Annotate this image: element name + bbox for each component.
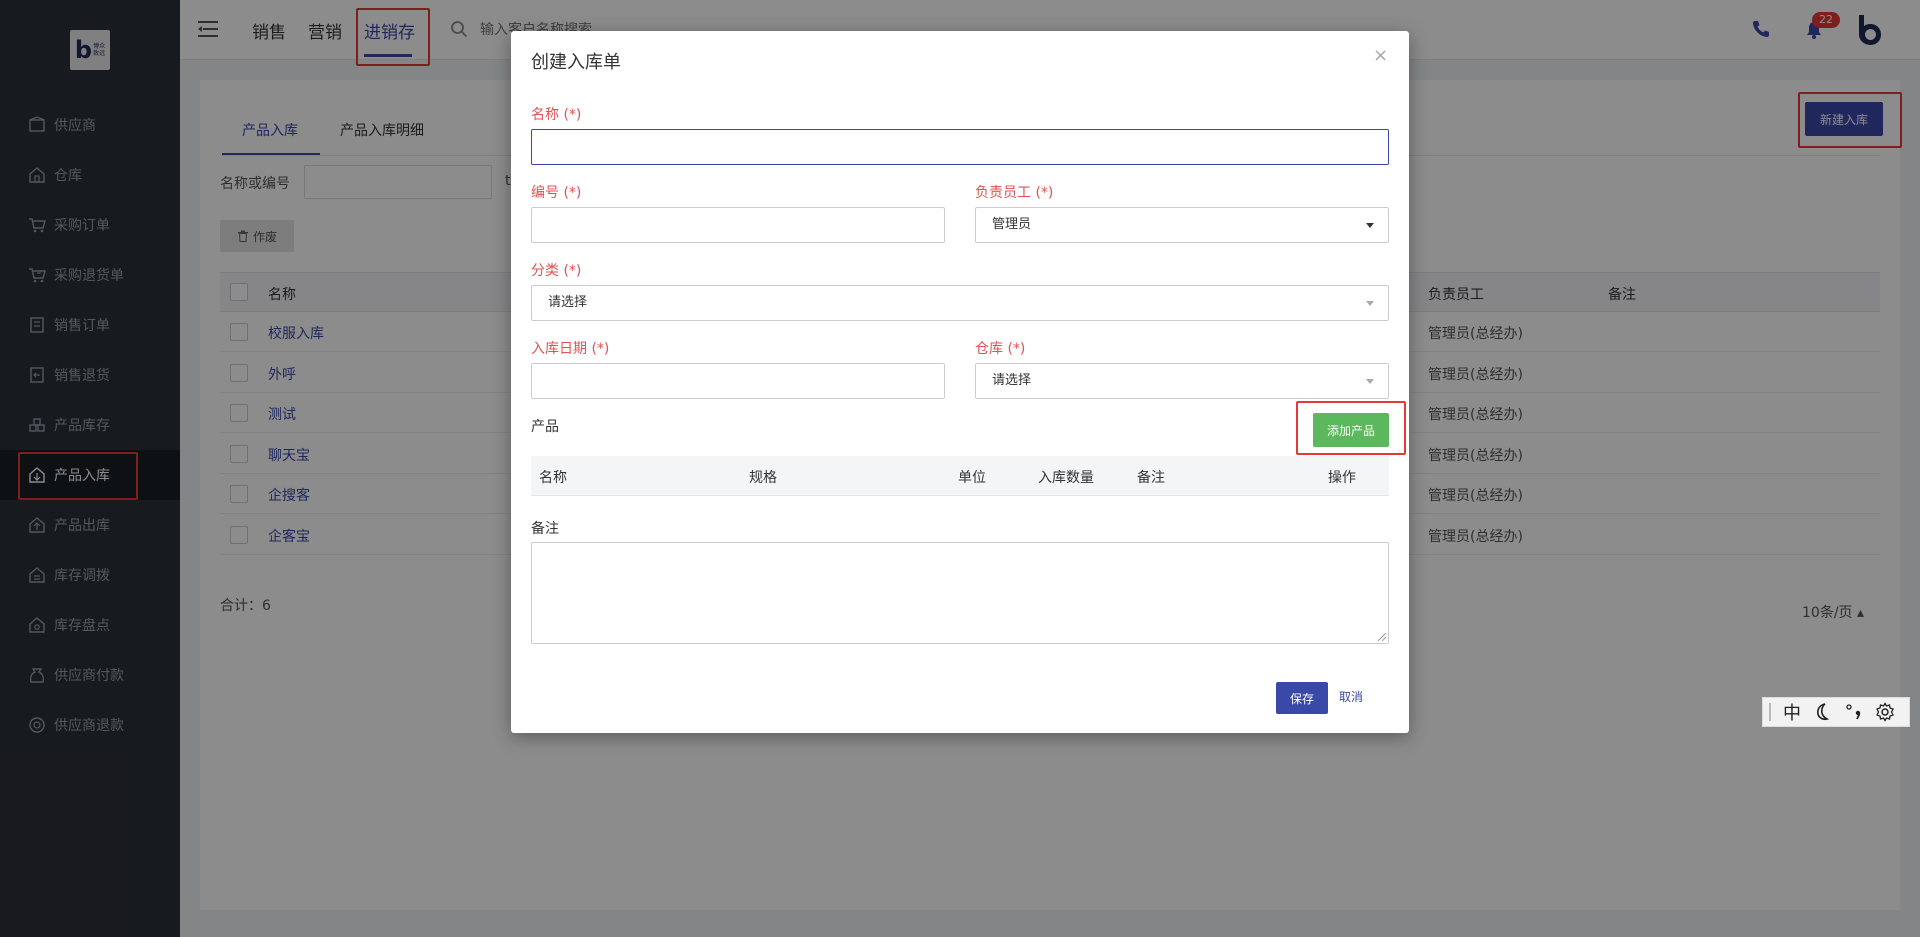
moon-icon[interactable] — [1813, 702, 1833, 722]
pth-qty: 入库数量 — [1038, 470, 1094, 486]
warehouse-select[interactable]: 请选择 — [975, 363, 1389, 399]
name-label: 名称 (*) — [531, 107, 582, 123]
warehouse-select-value: 请选择 — [992, 373, 1032, 388]
employee-label: 负责员工 (*) — [975, 185, 1054, 201]
punctuation-icon[interactable] — [1845, 702, 1865, 722]
cancel-button[interactable]: 取消 — [1339, 688, 1363, 705]
employee-select-value: 管理员 — [992, 217, 1032, 232]
ime-mode-toggle[interactable]: 中 — [1783, 699, 1801, 725]
modal-title: 创建入库单 — [531, 52, 621, 73]
ime-drag-handle[interactable] — [1769, 703, 1771, 721]
save-button[interactable]: 保存 — [1276, 682, 1328, 714]
pth-name: 名称 — [539, 470, 567, 486]
chevron-down-icon — [1366, 223, 1374, 228]
warehouse-label: 仓库 (*) — [975, 341, 1026, 357]
pth-spec: 规格 — [749, 470, 777, 486]
name-input[interactable] — [531, 129, 1389, 165]
ime-toolbar: 中 — [1762, 697, 1910, 727]
product-table-header: 名称 规格 单位 入库数量 备注 操作 — [531, 456, 1389, 496]
highlight-box-add-product — [1296, 401, 1406, 455]
code-input[interactable] — [531, 207, 945, 243]
chevron-down-icon — [1366, 379, 1374, 384]
create-inbound-modal: 创建入库单 × 名称 (*) 编号 (*) 负责员工 (*) 管理员 分类 (*… — [511, 31, 1409, 733]
pth-action: 操作 — [1328, 470, 1356, 486]
category-select-value: 请选择 — [548, 295, 588, 310]
remark-textarea[interactable] — [531, 542, 1389, 644]
category-label: 分类 (*) — [531, 263, 582, 279]
date-input[interactable] — [531, 363, 945, 399]
employee-select[interactable]: 管理员 — [975, 207, 1389, 243]
code-label: 编号 (*) — [531, 185, 582, 201]
category-select[interactable]: 请选择 — [531, 285, 1389, 321]
remark-label: 备注 — [531, 521, 559, 537]
product-section-label: 产品 — [531, 419, 559, 435]
gear-icon[interactable] — [1875, 702, 1895, 722]
chevron-down-icon — [1366, 301, 1374, 306]
pth-remark: 备注 — [1137, 470, 1165, 486]
resize-grip-icon[interactable] — [1378, 633, 1386, 641]
date-label: 入库日期 (*) — [531, 341, 610, 357]
pth-unit: 单位 — [958, 470, 986, 486]
close-icon[interactable]: × — [1373, 45, 1388, 66]
